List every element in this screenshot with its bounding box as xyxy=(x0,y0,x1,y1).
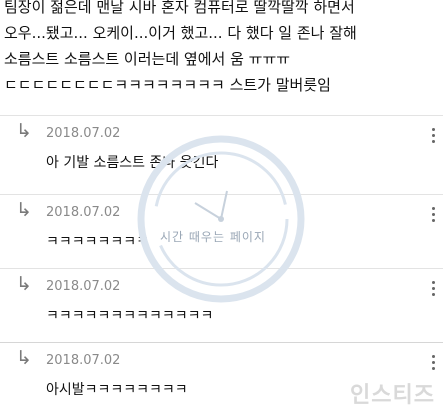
reply-date: 2018.07.02 xyxy=(46,205,121,220)
reply-item: ↳ 2018.07.02 ㅋㅋㅋㅋㅋㅋㅋㅋㅋㅋㅋㅋㅋ xyxy=(0,268,443,337)
more-vertical-icon[interactable] xyxy=(423,273,443,303)
reply-item: ↳ 2018.07.02 아시발ㅋㅋㅋㅋㅋㅋㅋㅋ xyxy=(0,342,443,411)
post-line: 팀장이 젊은데 맨날 시바 혼자 컴퓨터로 딸깍딸깍 하면서 xyxy=(4,0,355,16)
reply-text: 아 기발 소름스트 존나 웃긴다 xyxy=(46,155,219,171)
reply-arrow-icon: ↳ xyxy=(16,120,32,142)
post-line: ㄷㄷㄷㄷㄷㄷㄷㄷㅋㅋㅋㅋㅋㅋㅋㅋ 스트가 말버릇임 xyxy=(4,76,331,94)
reply-arrow-icon: ↳ xyxy=(16,347,32,369)
reply-date: 2018.07.02 xyxy=(46,353,121,368)
reply-text: ㅋㅋㅋㅋㅋㅋㅋㅋㅋㅋㅋㅋㅋ xyxy=(46,308,214,324)
post-body: 팀장이 젊은데 맨날 시바 혼자 컴퓨터로 딸깍딸깍 하면서 오우...됐고..… xyxy=(0,0,443,110)
reply-item: ↳ 2018.07.02 ㅋㅋㅋㅋㅋㅋㅋㅋ xyxy=(0,194,443,263)
reply-arrow-icon: ↳ xyxy=(16,273,32,295)
post-line: 오우...됐고... 오케이...이거 했고... 다 했다 일 존나 잘해 xyxy=(4,24,357,42)
reply-text: ㅋㅋㅋㅋㅋㅋㅋㅋ xyxy=(46,234,150,250)
reply-date: 2018.07.02 xyxy=(46,279,121,294)
reply-text: 아시발ㅋㅋㅋㅋㅋㅋㅋㅋ xyxy=(46,382,188,398)
more-vertical-icon[interactable] xyxy=(423,120,443,150)
more-vertical-icon[interactable] xyxy=(423,199,443,229)
reply-item: ↳ 2018.07.02 아 기발 소름스트 존나 웃긴다 xyxy=(0,115,443,184)
more-vertical-icon[interactable] xyxy=(423,347,443,377)
reply-date: 2018.07.02 xyxy=(46,126,121,141)
reply-arrow-icon: ↳ xyxy=(16,199,32,221)
post-line: 소름스트 소름스트 이러는데 옆에서 움 ㅠㅠㅠ xyxy=(4,50,291,68)
